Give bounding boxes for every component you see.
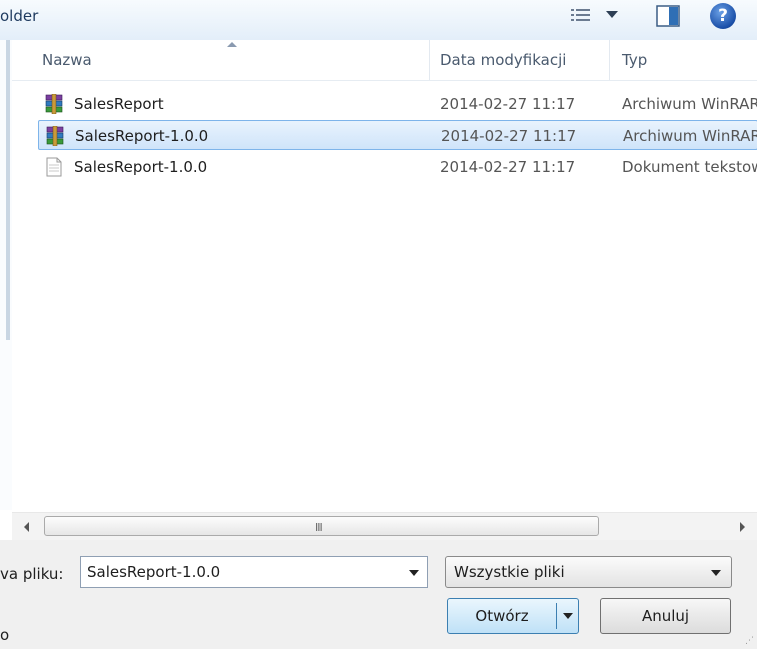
text-document-icon [44, 157, 64, 177]
file-type: Dokument tekstowy [622, 158, 757, 176]
cancel-button-label: Anuluj [641, 607, 690, 625]
dialog-footer: va pliku: SalesReport-1.0.0 Wszystkie pl… [0, 540, 757, 649]
open-button-label: Otwórz [475, 607, 529, 625]
navigation-scroll-edge[interactable] [6, 40, 10, 340]
sort-ascending-icon [227, 42, 237, 47]
file-date: 2014-02-27 11:17 [441, 127, 577, 145]
filename-input[interactable]: SalesReport-1.0.0 [80, 556, 428, 588]
preview-pane-icon[interactable] [655, 4, 681, 28]
winrar-archive-icon [44, 93, 64, 115]
file-list: SalesReport 2014-02-27 11:17 Archiwum Wi… [12, 80, 757, 512]
scrollbar-thumb[interactable]: III [44, 516, 599, 536]
column-header-date[interactable]: Data modyfikacji [440, 40, 566, 80]
column-separator[interactable] [429, 40, 430, 80]
scroll-left-icon[interactable] [24, 522, 29, 532]
scrollbar-grip: III [315, 521, 323, 534]
file-type: Archiwum WinRAR [622, 95, 757, 113]
view-menu-icon[interactable] [570, 6, 594, 26]
file-row[interactable]: SalesReport 2014-02-27 11:17 Archiwum Wi… [38, 89, 757, 119]
file-type-filter-value: Wszystkie pliki [454, 563, 565, 581]
file-row-selected[interactable]: SalesReport-1.0.0 2014-02-27 11:17 Archi… [38, 120, 757, 150]
filename-dropdown-icon[interactable] [409, 570, 419, 576]
file-date: 2014-02-27 11:17 [440, 158, 576, 176]
filename-value: SalesReport-1.0.0 [87, 563, 221, 581]
filename-label: va pliku: [0, 565, 64, 583]
file-row[interactable]: SalesReport-1.0.0 2014-02-27 11:17 Dokum… [38, 152, 757, 182]
help-icon[interactable]: ? [710, 3, 736, 29]
file-name: SalesReport-1.0.0 [74, 158, 208, 176]
column-header-row: Nazwa Data modyfikacji Typ [12, 40, 757, 81]
resize-grip-icon[interactable]: ⋰ [745, 636, 754, 646]
file-date: 2014-02-27 11:17 [440, 95, 576, 113]
open-options-dropdown-icon[interactable] [563, 613, 573, 619]
column-header-name[interactable]: Nazwa [42, 40, 92, 80]
open-button[interactable]: Otwórz [447, 598, 579, 634]
horizontal-scrollbar[interactable]: III [12, 512, 757, 542]
scroll-right-icon[interactable] [740, 522, 745, 532]
column-header-type[interactable]: Typ [622, 40, 647, 80]
toolbar: older ? [0, 0, 757, 41]
toolbar-label: older [0, 7, 39, 25]
cancel-button[interactable]: Anuluj [600, 598, 731, 634]
column-separator[interactable] [609, 40, 610, 80]
open-button-divider [556, 603, 557, 629]
filter-dropdown-icon[interactable] [711, 570, 721, 576]
winrar-archive-icon [45, 125, 65, 147]
file-name: SalesReport-1.0.0 [75, 127, 209, 145]
file-type: Archiwum WinRAR [623, 127, 757, 145]
help-glyph: ? [718, 6, 728, 26]
file-type-filter-select[interactable]: Wszystkie pliki [445, 556, 732, 588]
clipped-label-fragment: o [0, 626, 10, 644]
view-dropdown-arrow-icon[interactable] [606, 11, 618, 18]
navigation-pane-edge [0, 40, 12, 510]
file-name: SalesReport [74, 95, 164, 113]
